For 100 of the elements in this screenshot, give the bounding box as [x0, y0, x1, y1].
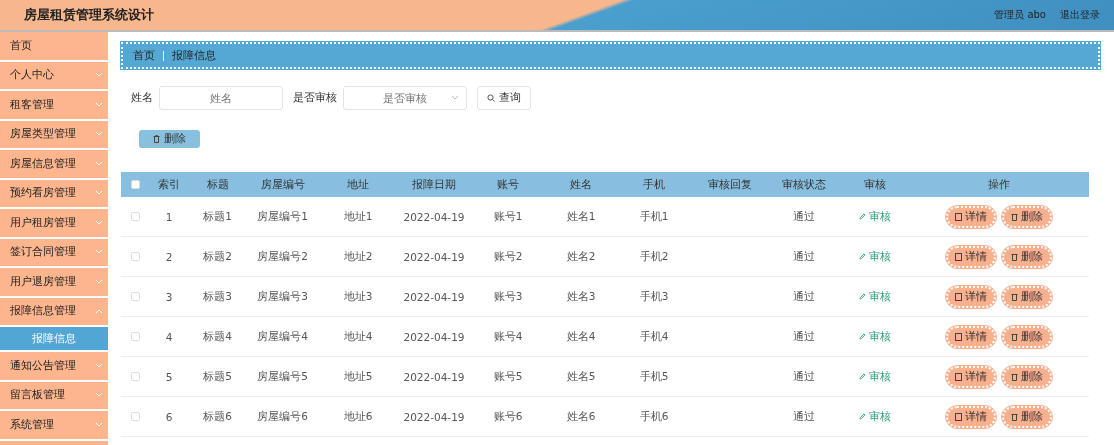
select-all-checkbox[interactable] — [130, 180, 140, 189]
select-field[interactable]: 是否审核 — [343, 86, 467, 110]
table-cell-text: 通过 — [792, 209, 816, 224]
table-cell-text: 房屋编号4 — [256, 329, 309, 344]
delete-button[interactable]: 删除 — [1002, 285, 1052, 308]
chevron-icon — [95, 308, 103, 315]
table-cell-text: 通过 — [792, 289, 816, 304]
table-cell-text: 账号5 — [492, 369, 524, 384]
column-header: 姓名 — [569, 177, 593, 192]
detail-button[interactable]: 详情 — [946, 325, 996, 348]
table-cell-text: 3 — [164, 290, 174, 303]
table-cell-text: 2022-04-19 — [402, 250, 466, 263]
pencil-icon — [858, 413, 866, 420]
row-checkbox[interactable] — [130, 212, 140, 221]
table-cell-text: 地址2 — [342, 249, 374, 264]
detail-button[interactable]: 详情 — [946, 205, 996, 228]
table-cell-text: 标题5 — [202, 369, 233, 384]
table-cell-text: 通过 — [792, 409, 816, 424]
pencil-icon — [858, 213, 866, 220]
chevron-icon — [95, 421, 103, 428]
delete-button[interactable]: 删除 — [1002, 325, 1052, 348]
input-field[interactable]: 姓名 — [159, 86, 283, 110]
delete-button[interactable]: 删除 — [1002, 405, 1052, 428]
sidebar-label: 用户退房管理 — [10, 274, 76, 289]
trash-icon — [1011, 412, 1018, 421]
pencil-icon — [858, 253, 866, 260]
field-label: 是否审核 — [293, 91, 337, 105]
table-cell-text: 房屋编号2 — [256, 249, 309, 264]
pencil-icon — [858, 293, 866, 300]
breadcrumb-item: 报障信息 — [172, 48, 216, 63]
table-cell-text: 姓名3 — [565, 289, 597, 304]
breadcrumb-item[interactable]: 首页 — [133, 48, 155, 63]
chevron-icon — [95, 219, 103, 226]
table-cell-text: 账号6 — [492, 409, 524, 424]
table-cell-text: 房屋编号3 — [256, 289, 309, 304]
dropdown-icon — [451, 95, 459, 100]
delete-button[interactable]: 删除 — [1002, 365, 1052, 388]
sidebar-label: 预约看房管理 — [10, 186, 76, 201]
delete-button[interactable]: 删除 — [139, 130, 200, 148]
table-cell-text: 2022-04-19 — [402, 410, 466, 423]
table-cell-text: 手机5 — [638, 369, 670, 384]
table-cell-text: 6 — [164, 410, 174, 423]
search-button[interactable]: 查询 — [477, 86, 531, 110]
table-cell-text: 地址3 — [342, 289, 374, 304]
sidebar-label: 用户租房管理 — [10, 215, 76, 230]
sidebar-label: 房屋类型管理 — [10, 127, 76, 142]
field-label: 姓名 — [131, 91, 153, 105]
row-checkbox[interactable] — [130, 332, 140, 341]
column-header: 审核回复 — [706, 177, 753, 192]
search-icon — [487, 94, 495, 102]
chevron-icon — [95, 190, 103, 197]
row-checkbox[interactable] — [130, 412, 140, 421]
row-checkbox[interactable] — [130, 292, 140, 301]
document-icon — [955, 372, 962, 381]
trash-icon — [153, 135, 160, 143]
detail-button[interactable]: 详情 — [946, 365, 996, 388]
table-cell-text: 手机3 — [638, 289, 670, 304]
chevron-icon — [95, 160, 103, 167]
table-cell-text: 2022-04-19 — [402, 330, 466, 343]
table-cell-text: 2022-04-19 — [402, 290, 466, 303]
column-header: 标题 — [205, 177, 230, 192]
delete-button[interactable]: 删除 — [1002, 245, 1052, 268]
sidebar-label: 房屋信息管理 — [10, 156, 76, 171]
table-cell-text: 手机4 — [638, 329, 670, 344]
table-cell-text: 房屋编号6 — [256, 409, 309, 424]
column-header: 审核状态 — [781, 177, 827, 192]
detail-button[interactable]: 详情 — [946, 245, 996, 268]
detail-button[interactable]: 详情 — [946, 285, 996, 308]
row-checkbox[interactable] — [130, 252, 140, 261]
document-icon — [955, 212, 962, 221]
table-cell-text: 账号1 — [492, 209, 524, 224]
chevron-icon — [95, 249, 103, 256]
sidebar-label: 留言板管理 — [10, 388, 65, 403]
table-cell-text: 标题4 — [202, 329, 233, 344]
table-cell-text: 地址1 — [342, 209, 374, 224]
table-cell-text: 姓名4 — [565, 329, 597, 344]
column-header: 房屋编号 — [259, 177, 306, 192]
delete-button[interactable]: 删除 — [1002, 205, 1052, 228]
trash-icon — [1011, 252, 1018, 261]
row-checkbox[interactable] — [130, 372, 140, 381]
column-header: 审核 — [862, 177, 887, 192]
table-cell-text: 1 — [164, 210, 174, 223]
document-icon — [955, 412, 962, 421]
sidebar-label: 签订合同管理 — [10, 245, 76, 260]
column-header: 操作 — [987, 177, 1011, 192]
sidebar-label: 系统管理 — [10, 417, 54, 432]
table-cell-text: 账号2 — [492, 249, 524, 264]
table-cell-text: 标题6 — [202, 409, 233, 424]
table-cell-text: 姓名6 — [565, 409, 597, 424]
detail-button[interactable]: 详情 — [946, 405, 996, 428]
sidebar-label: 租客管理 — [10, 97, 54, 112]
app-title: 房屋租赁管理系统设计 — [24, 6, 154, 24]
table-cell-text: 地址5 — [342, 369, 374, 384]
chevron-icon — [95, 392, 103, 399]
logout-link[interactable]: 退出登录 — [1060, 8, 1100, 22]
trash-icon — [1011, 212, 1018, 221]
table-cell-text: 房屋编号5 — [256, 369, 309, 384]
chevron-icon — [95, 101, 103, 108]
document-icon — [955, 292, 962, 301]
table-cell-text: 手机2 — [638, 249, 670, 264]
